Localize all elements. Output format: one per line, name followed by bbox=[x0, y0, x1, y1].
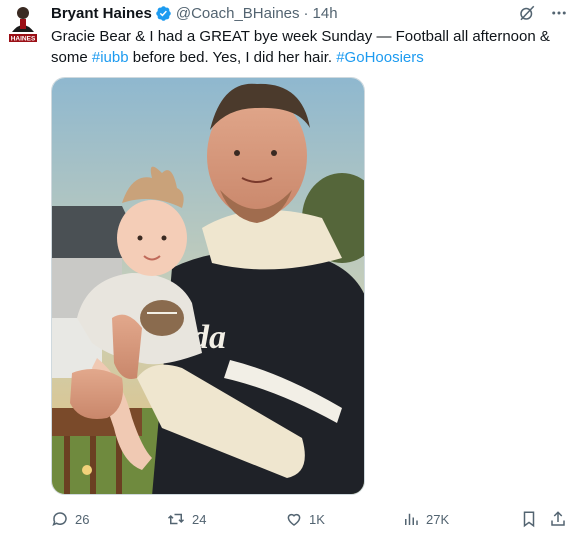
share-icon bbox=[549, 510, 567, 528]
separator-dot: · bbox=[303, 4, 309, 22]
hashtag-gohoosiers[interactable]: #GoHoosiers bbox=[336, 49, 424, 66]
avatar-text: HAINES bbox=[11, 36, 36, 43]
grok-icon[interactable] bbox=[518, 4, 536, 27]
repost-count: 24 bbox=[192, 511, 207, 527]
tweet-top-icons bbox=[518, 4, 568, 27]
hashtag-iubb[interactable]: #iubb bbox=[92, 49, 129, 66]
tweet-text: Gracie Bear & I had a GREAT bye week Sun… bbox=[51, 26, 561, 68]
bookmark-button[interactable] bbox=[520, 508, 538, 530]
like-button[interactable]: 1K bbox=[285, 508, 325, 530]
share-button[interactable] bbox=[549, 508, 567, 530]
views-count: 27K bbox=[426, 511, 450, 527]
action-bar: 26 24 1K 27K bbox=[51, 508, 568, 530]
author-handle[interactable]: @Coach_BHaines bbox=[176, 5, 300, 22]
tweet-photo[interactable]: da bbox=[51, 77, 365, 495]
bookmark-icon bbox=[520, 510, 538, 528]
tweet-header: Bryant Haines @Coach_BHaines · 14h bbox=[51, 4, 338, 22]
tweet-time[interactable]: 14h bbox=[313, 5, 338, 22]
verified-badge-icon[interactable] bbox=[155, 5, 172, 22]
reply-button[interactable]: 26 bbox=[51, 508, 89, 530]
repost-icon bbox=[166, 510, 186, 528]
reply-icon bbox=[51, 510, 69, 528]
repost-button[interactable]: 24 bbox=[166, 508, 206, 530]
views-icon bbox=[402, 510, 420, 528]
more-icon[interactable] bbox=[550, 4, 568, 27]
like-count: 1K bbox=[309, 511, 325, 527]
avatar[interactable]: HAINES bbox=[8, 4, 38, 44]
tweet-text-part-2: before bed. Yes, I did her hair. bbox=[128, 49, 337, 66]
reply-count: 26 bbox=[75, 511, 90, 527]
like-icon bbox=[285, 510, 303, 528]
views-button[interactable]: 27K bbox=[402, 508, 449, 530]
author-name[interactable]: Bryant Haines bbox=[51, 5, 152, 22]
